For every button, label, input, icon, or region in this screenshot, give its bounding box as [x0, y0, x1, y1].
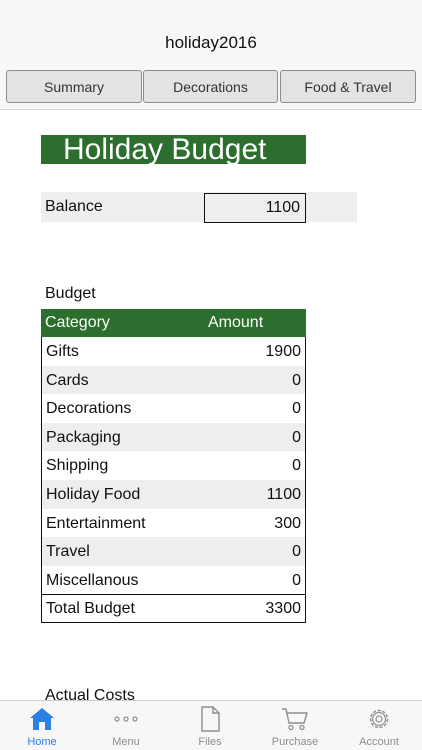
gear-icon — [337, 706, 421, 732]
bottom-tab-bar: Home Menu Files Purchase Account — [0, 700, 422, 750]
table-row[interactable]: Travel 0 — [42, 537, 305, 566]
nav-account-label: Account — [359, 736, 399, 748]
category-cell: Gifts — [46, 343, 79, 360]
header-amount: Amount — [208, 314, 264, 331]
home-icon — [0, 706, 84, 732]
table-row[interactable]: Miscellanous 0 — [42, 566, 305, 595]
tab-food-travel[interactable]: Food & Travel — [280, 70, 416, 103]
category-cell: Shipping — [46, 457, 109, 475]
header-category: Category — [45, 314, 110, 331]
amount-cell[interactable]: 0 — [292, 366, 301, 395]
amount-cell[interactable]: 1100 — [267, 480, 301, 509]
table-row[interactable]: Gifts 1900 — [42, 337, 305, 366]
nav-files-label: Files — [198, 736, 222, 748]
nav-account[interactable]: Account — [337, 701, 421, 750]
more-dots-icon — [84, 706, 168, 732]
category-cell: Decorations — [46, 400, 132, 418]
category-cell: Entertainment — [46, 514, 146, 532]
amount-cell[interactable]: 0 — [292, 394, 301, 423]
amount-cell[interactable]: 0 — [292, 451, 301, 480]
spreadsheet-content[interactable]: Holiday Budget Balance 1100 Budget Categ… — [0, 110, 422, 700]
category-cell: Packaging — [46, 428, 121, 446]
amount-cell[interactable]: 0 — [292, 566, 301, 595]
table-row[interactable]: Cards 0 — [42, 365, 305, 395]
table-row[interactable]: Packaging 0 — [42, 422, 305, 452]
total-budget-value[interactable]: 3300 — [265, 595, 301, 623]
amount-cell[interactable]: 0 — [292, 537, 301, 566]
category-cell: Travel — [46, 543, 90, 561]
nav-menu[interactable]: Menu — [84, 701, 168, 750]
tab-decorations[interactable]: Decorations — [143, 70, 278, 103]
table-row[interactable]: Entertainment 300 — [42, 509, 305, 538]
amount-cell[interactable]: 300 — [274, 509, 301, 538]
nav-home-label: Home — [27, 736, 57, 748]
total-budget-row[interactable]: Total Budget 3300 — [41, 594, 306, 624]
sheet-title: Holiday Budget — [41, 135, 306, 164]
category-cell: Cards — [46, 371, 89, 389]
table-row[interactable]: Decorations 0 — [42, 394, 305, 423]
category-cell: Holiday Food — [46, 485, 141, 503]
amount-cell[interactable]: 1900 — [265, 337, 301, 366]
total-budget-label: Total Budget — [46, 600, 135, 618]
sheet-tabs: Summary Decorations Food & Travel — [0, 66, 422, 110]
nav-files[interactable]: Files — [168, 701, 252, 750]
nav-home[interactable]: Home — [0, 701, 84, 750]
tab-summary[interactable]: Summary — [6, 70, 142, 103]
balance-row: Balance 1100 — [41, 192, 357, 223]
nav-menu-label: Menu — [112, 736, 140, 748]
nav-purchase[interactable]: Purchase — [253, 701, 337, 750]
budget-table: Category Amount Gifts 1900 Cards 0 Decor… — [41, 309, 306, 624]
actual-costs-section-label: Actual Costs — [45, 687, 135, 700]
budget-table-header: Category Amount — [41, 309, 306, 337]
cart-icon — [253, 706, 337, 732]
balance-label: Balance — [45, 198, 103, 215]
title-bar: holiday2016 — [0, 0, 422, 66]
category-cell: Miscellanous — [46, 571, 139, 589]
document-title: holiday2016 — [165, 33, 257, 52]
nav-purchase-label: Purchase — [271, 736, 319, 748]
budget-section-label: Budget — [45, 285, 96, 302]
balance-value-cell[interactable]: 1100 — [204, 193, 306, 223]
file-icon — [168, 706, 252, 732]
table-row[interactable]: Holiday Food 1100 — [42, 479, 305, 509]
budget-table-body: Gifts 1900 Cards 0 Decorations 0 Packagi… — [41, 337, 306, 595]
table-row[interactable]: Shipping 0 — [42, 451, 305, 480]
amount-cell[interactable]: 0 — [292, 423, 301, 452]
